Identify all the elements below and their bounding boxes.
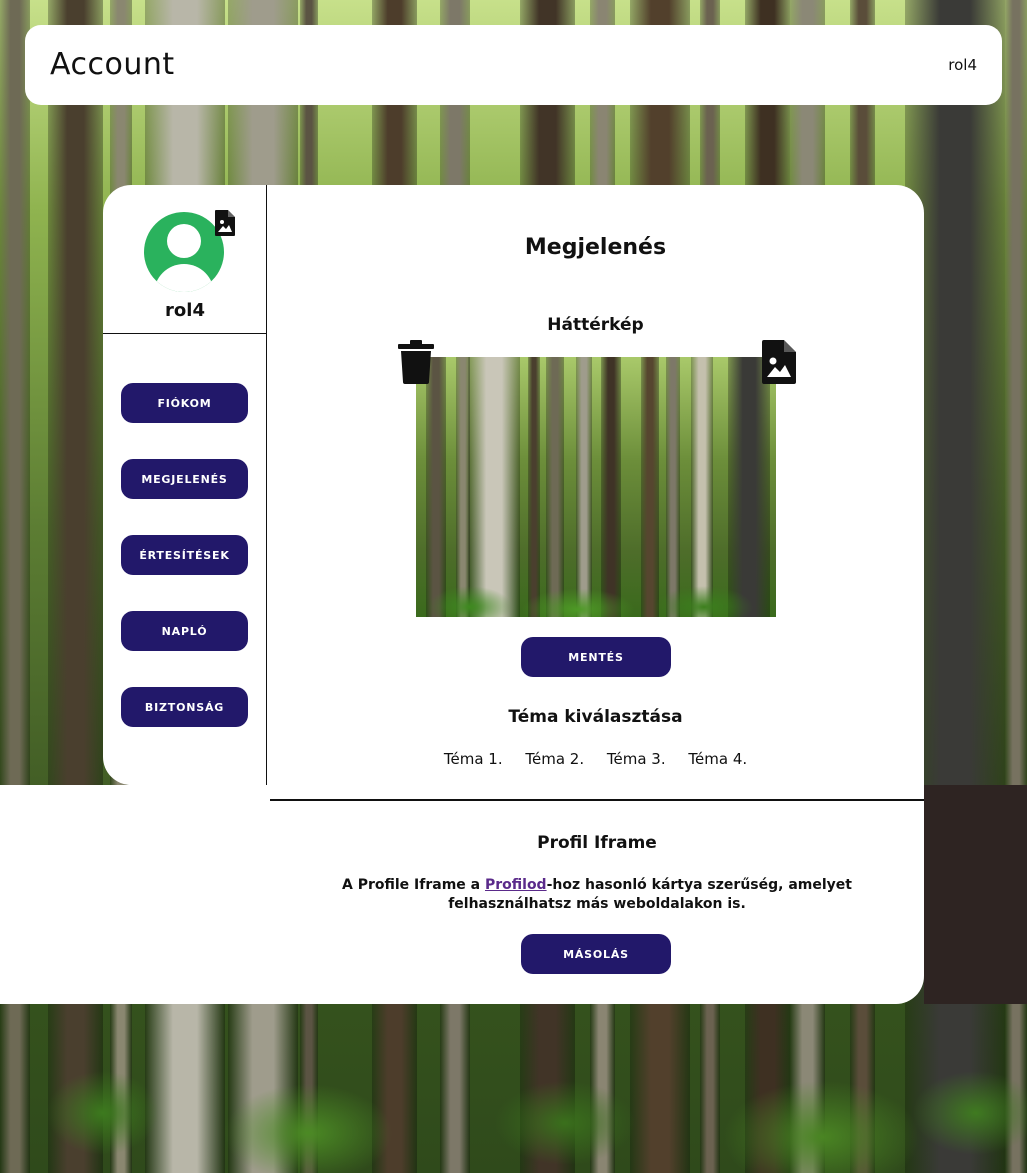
avatar-body bbox=[154, 264, 214, 292]
image-file-icon[interactable] bbox=[762, 340, 796, 384]
theme-heading: Téma kiválasztása bbox=[508, 707, 683, 727]
preview-foliage bbox=[416, 567, 776, 617]
avatar[interactable] bbox=[144, 212, 224, 292]
iframe-desc-before: A Profile Iframe a bbox=[342, 877, 485, 893]
image-file-icon[interactable] bbox=[215, 210, 235, 236]
iframe-description: A Profile Iframe a Profilod-hoz hasonló … bbox=[310, 876, 884, 914]
profile-link[interactable]: Profilod bbox=[485, 877, 547, 893]
dark-background-block bbox=[924, 785, 1027, 1004]
sidebar-item-fiokom[interactable]: FIÓKOM bbox=[121, 383, 248, 423]
trash-icon[interactable] bbox=[397, 340, 435, 384]
theme-option-2[interactable]: Téma 2. bbox=[525, 750, 584, 768]
section-title: Megjelenés bbox=[524, 235, 667, 260]
save-button[interactable]: MENTÉS bbox=[521, 637, 671, 677]
background-heading: Háttérkép bbox=[547, 315, 644, 335]
profile-iframe-section: Profil Iframe A Profile Iframe a Profilo… bbox=[270, 785, 924, 1004]
theme-list: Téma 1. Téma 2. Téma 3. Téma 4. bbox=[267, 750, 924, 768]
avatar-head bbox=[167, 224, 201, 258]
header-username[interactable]: rol4 bbox=[948, 56, 977, 74]
sidebar-item-biztonsag[interactable]: BIZTONSÁG bbox=[121, 687, 248, 727]
copy-button[interactable]: MÁSOLÁS bbox=[521, 934, 671, 974]
theme-option-3[interactable]: Téma 3. bbox=[607, 750, 666, 768]
iframe-heading: Profil Iframe bbox=[537, 833, 657, 853]
background-image-preview bbox=[416, 357, 776, 617]
sidebar-item-ertesitesek[interactable]: ÉRTESÍTÉSEK bbox=[121, 535, 248, 575]
sidebar-divider bbox=[103, 333, 267, 334]
appearance-panel: Megjelenés Háttérkép MENTÉS Téma kiválas… bbox=[267, 185, 924, 785]
sidebar-username: rol4 bbox=[165, 300, 205, 321]
header-bar: Account rol4 bbox=[25, 25, 1002, 105]
sidebar: rol4 FIÓKOM MEGJELENÉS ÉRTESÍTÉSEK NAPLÓ… bbox=[103, 185, 267, 785]
section-divider bbox=[270, 799, 924, 801]
theme-option-1[interactable]: Téma 1. bbox=[444, 750, 503, 768]
sidebar-item-naplo[interactable]: NAPLÓ bbox=[121, 611, 248, 651]
theme-option-4[interactable]: Téma 4. bbox=[688, 750, 747, 768]
page-title: Account bbox=[50, 47, 175, 82]
sidebar-item-megjelenes[interactable]: MEGJELENÉS bbox=[121, 459, 248, 499]
